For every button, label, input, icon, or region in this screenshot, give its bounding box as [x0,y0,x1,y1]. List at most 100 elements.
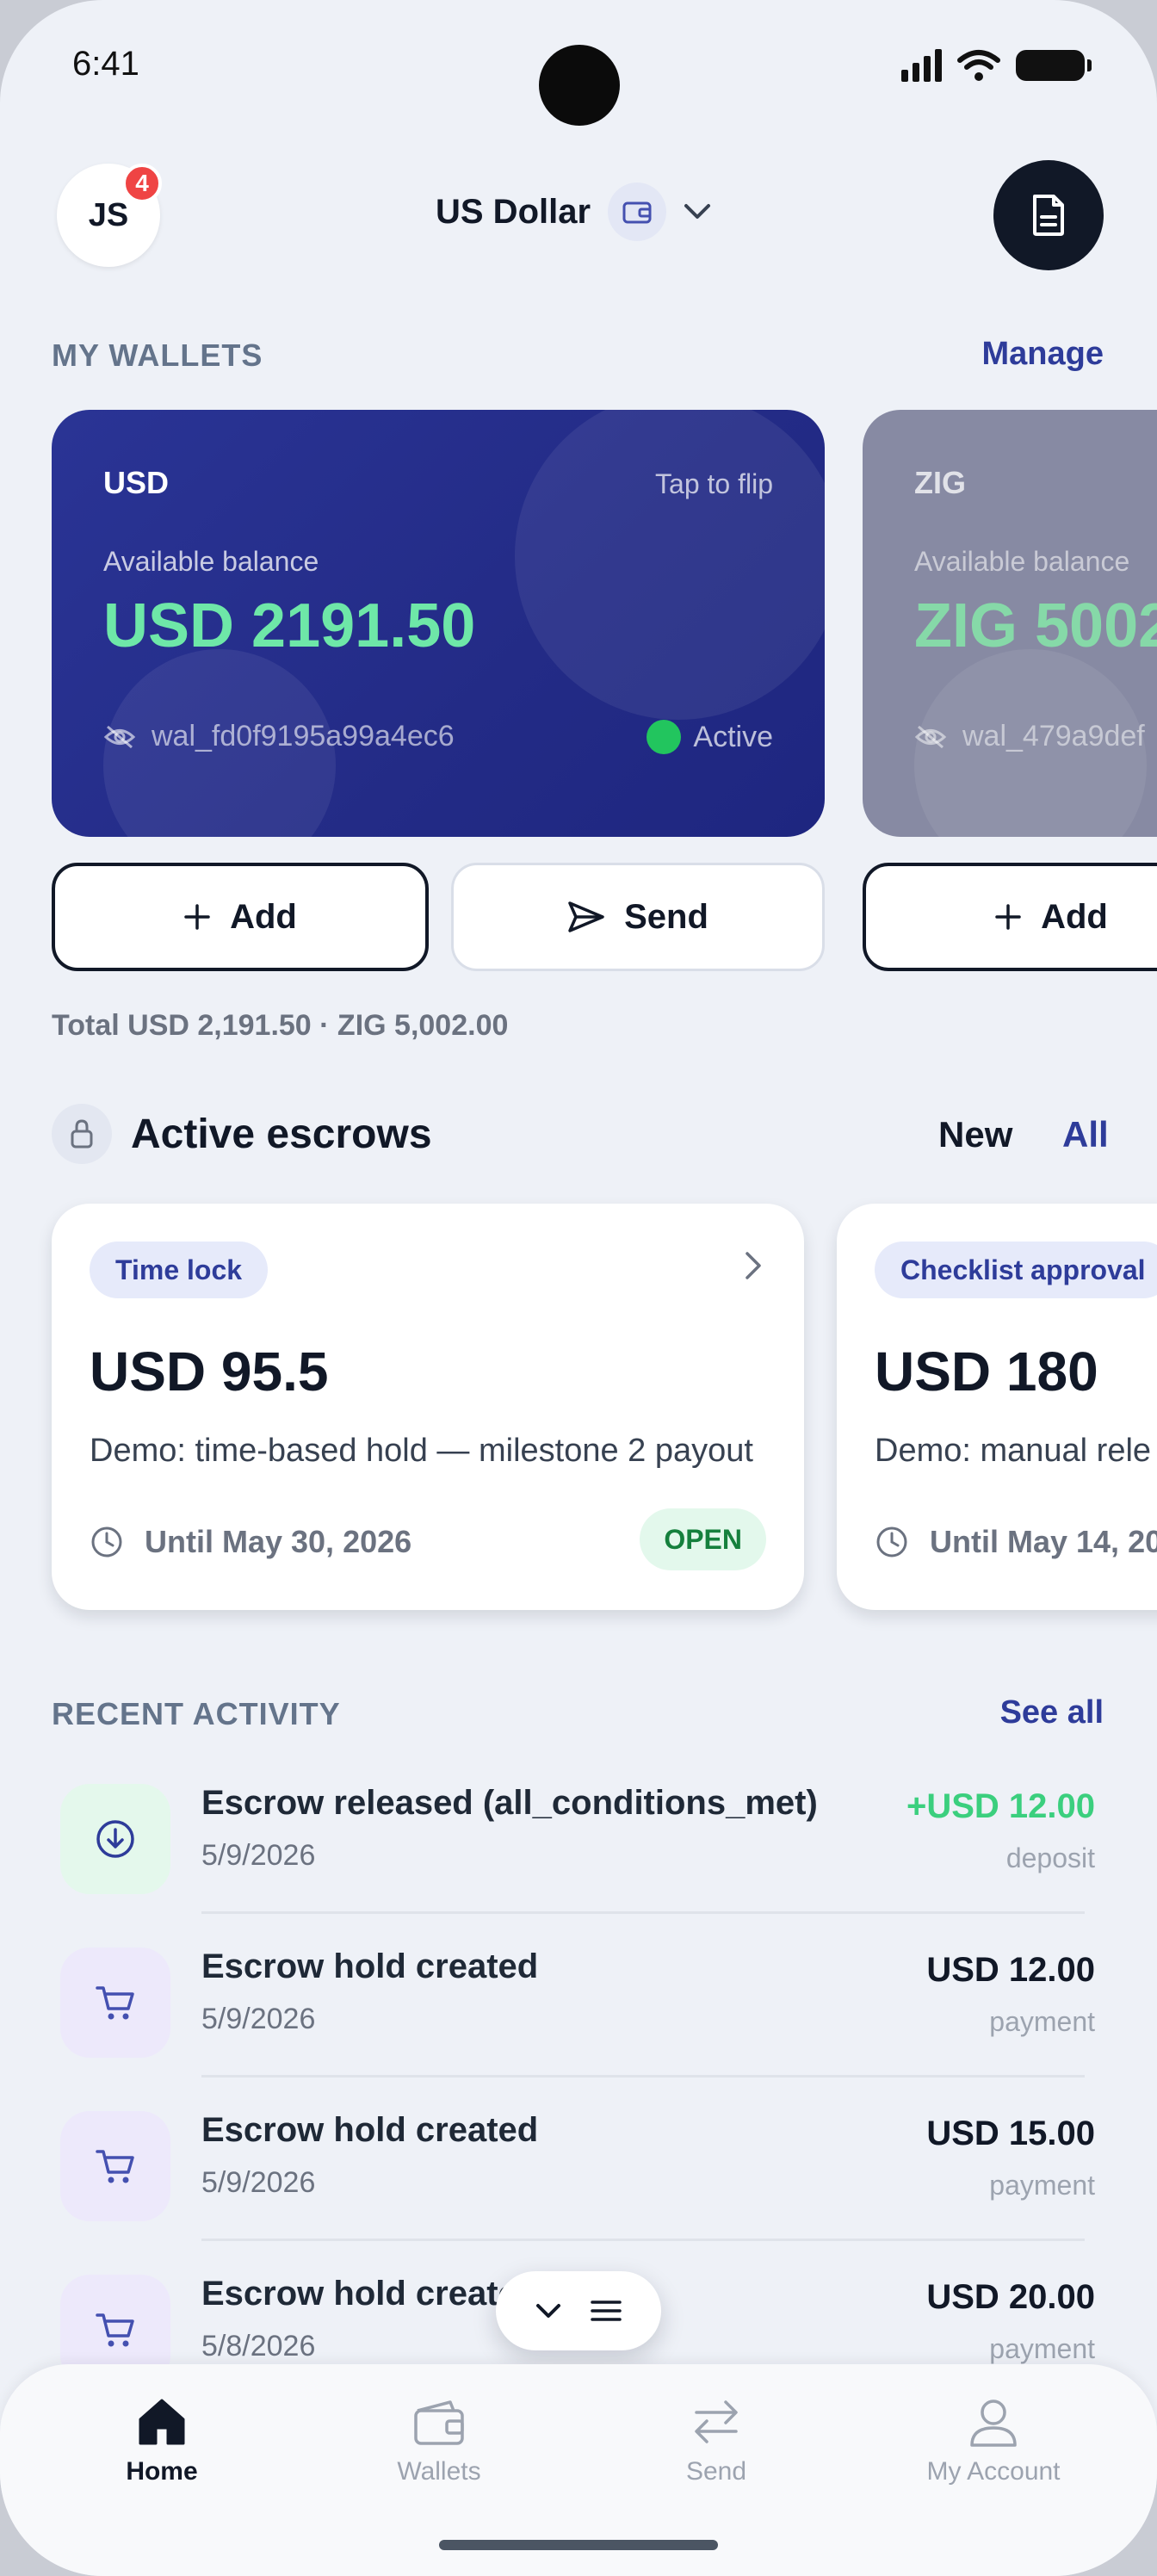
escrow-card[interactable]: Checklist approval USD 180 Demo: manual … [837,1204,1157,1610]
eye-off-icon[interactable] [914,724,947,750]
home-indicator[interactable] [439,2540,718,2550]
wallet-id-row: wal_479a9def [914,720,1145,753]
activity-row[interactable]: Escrow hold created 5/9/2026 USD 15.00 p… [52,2094,1095,2257]
escrow-type-tag: Time lock [90,1242,269,1298]
activity-title: Escrow hold created [201,2111,539,2149]
escrow-amount: USD 95.5 [90,1341,329,1403]
wallet-icon [608,183,667,241]
nav-label: Send [685,2457,747,2486]
escrows-title: Active escrows [131,1112,432,1157]
wallet-currency-code: USD [103,465,170,500]
escrow-description: Demo: manual rele [875,1433,1152,1469]
wallets-section-title: MY WALLETS [52,337,263,373]
currency-selector[interactable]: US Dollar [436,183,711,241]
escrow-until-label: Until May 14, 202 [930,1524,1157,1559]
wallet-status: Active [647,720,773,754]
wallet-balance: ZIG 5002 [914,591,1157,660]
activity-title: Escrow hold created [201,2275,539,2313]
notification-badge: 4 [122,164,162,203]
nav-label: Home [126,2457,198,2486]
plus-icon [995,904,1021,930]
balance-label: Available balance [914,546,1130,577]
escrow-until: Until May 30, 2026 [90,1524,411,1560]
nav-label: My Account [926,2457,1061,2486]
all-escrows-link[interactable]: All [1062,1114,1109,1155]
activity-date: 5/9/2026 [201,1839,316,1872]
activity-row[interactable]: Escrow released (all_conditions_met) 5/9… [52,1767,1095,1930]
activity-amount: USD 20.00 [926,2278,1095,2316]
menu-icon[interactable] [591,2300,622,2322]
add-funds-button[interactable]: Add [52,863,429,971]
user-icon [970,2400,1017,2447]
escrow-amount: USD 180 [875,1341,1098,1403]
activity-type: payment [989,2170,1095,2201]
plus-icon [184,904,210,930]
escrow-until: Until May 14, 202 [875,1524,1157,1560]
wallet-currency-code: ZIG [914,465,966,500]
clock-icon [876,1526,907,1557]
escrow-type-tag: Checklist approval [875,1242,1157,1298]
document-icon [1033,195,1064,236]
home-icon [139,2399,185,2445]
activity-date: 5/9/2026 [201,2003,316,2035]
lock-icon [52,1104,112,1164]
nav-item-send[interactable]: Send [622,2397,811,2486]
activity-section-title: RECENT ACTIVITY [52,1696,341,1731]
camera-cutout [539,45,620,126]
divider [201,2239,1085,2241]
status-time: 6:41 [72,45,139,83]
escrow-status-badge: OPEN [640,1508,766,1570]
activity-title: Escrow released (all_conditions_met) [201,1784,818,1822]
nav-item-my-account[interactable]: My Account [899,2397,1088,2486]
activity-amount: USD 15.00 [926,2115,1095,2152]
activity-row[interactable]: Escrow hold created 5/9/2026 USD 12.00 p… [52,1930,1095,2094]
activity-amount: USD 12.00 [926,1951,1095,1989]
wallet-balance: USD 2191.50 [103,591,476,660]
activity-amount: +USD 12.00 [906,1787,1095,1825]
total-balance-line: Total USD 2,191.50 · ZIG 5,002.00 [52,1009,509,1042]
phone-screen: 6:41 JS 4 US Dollar MY WALLETS Manage US… [0,0,1157,2576]
escrow-card[interactable]: Time lock USD 95.5 Demo: time-based hold… [52,1204,804,1610]
cart-icon [60,2111,170,2221]
eye-off-icon[interactable] [103,724,136,750]
activity-title: Escrow hold created [201,1947,539,1985]
flip-hint: Tap to flip [655,468,773,499]
chevron-down-icon[interactable] [535,2303,561,2319]
activity-date: 5/8/2026 [201,2330,316,2362]
send-button[interactable]: Send [451,863,825,971]
statements-button[interactable] [993,160,1104,270]
send-label: Send [624,897,708,936]
wallet-status-label: Active [693,720,773,753]
add-label: Add [1041,897,1108,936]
balance-label: Available balance [103,546,319,577]
divider [201,2075,1085,2078]
new-escrow-link[interactable]: New [938,1114,1012,1155]
clock-icon [91,1526,122,1557]
escrow-until-label: Until May 30, 2026 [145,1524,412,1559]
wallet-id: wal_479a9def [962,720,1145,752]
activity-date: 5/9/2026 [201,2166,316,2199]
send-icon [568,901,604,932]
manage-wallets-link[interactable]: Manage [982,336,1104,373]
activity-type: deposit [1005,1842,1095,1873]
divider [201,1911,1085,1914]
escrow-description: Demo: time-based hold — milestone 2 payo… [90,1433,753,1469]
see-all-activity-link[interactable]: See all [1000,1694,1104,1731]
wallet-id-row: wal_fd0f9195a99a4ec6 [103,720,455,753]
nav-item-home[interactable]: Home [67,2397,257,2486]
nav-item-wallets[interactable]: Wallets [344,2397,534,2486]
battery-icon [1016,50,1092,81]
activity-type: payment [989,2006,1095,2037]
wallet-id: wal_fd0f9195a99a4ec6 [152,720,455,752]
wallet-card-zig[interactable]: ZIG Available balance ZIG 5002 wal_479a9… [863,410,1157,837]
activity-type: payment [989,2333,1095,2364]
chevron-right-icon [746,1252,761,1279]
status-dot [647,720,682,754]
card-decoration [515,410,825,720]
transfer-icon [695,2400,738,2443]
currency-label: US Dollar [436,192,591,231]
wallet-card-usd[interactable]: USD Tap to flip Available balance USD 21… [52,410,825,837]
add-funds-button-zig[interactable]: Add [863,863,1157,971]
nav-label: Wallets [397,2457,481,2486]
quick-menu-pill[interactable] [496,2271,661,2350]
